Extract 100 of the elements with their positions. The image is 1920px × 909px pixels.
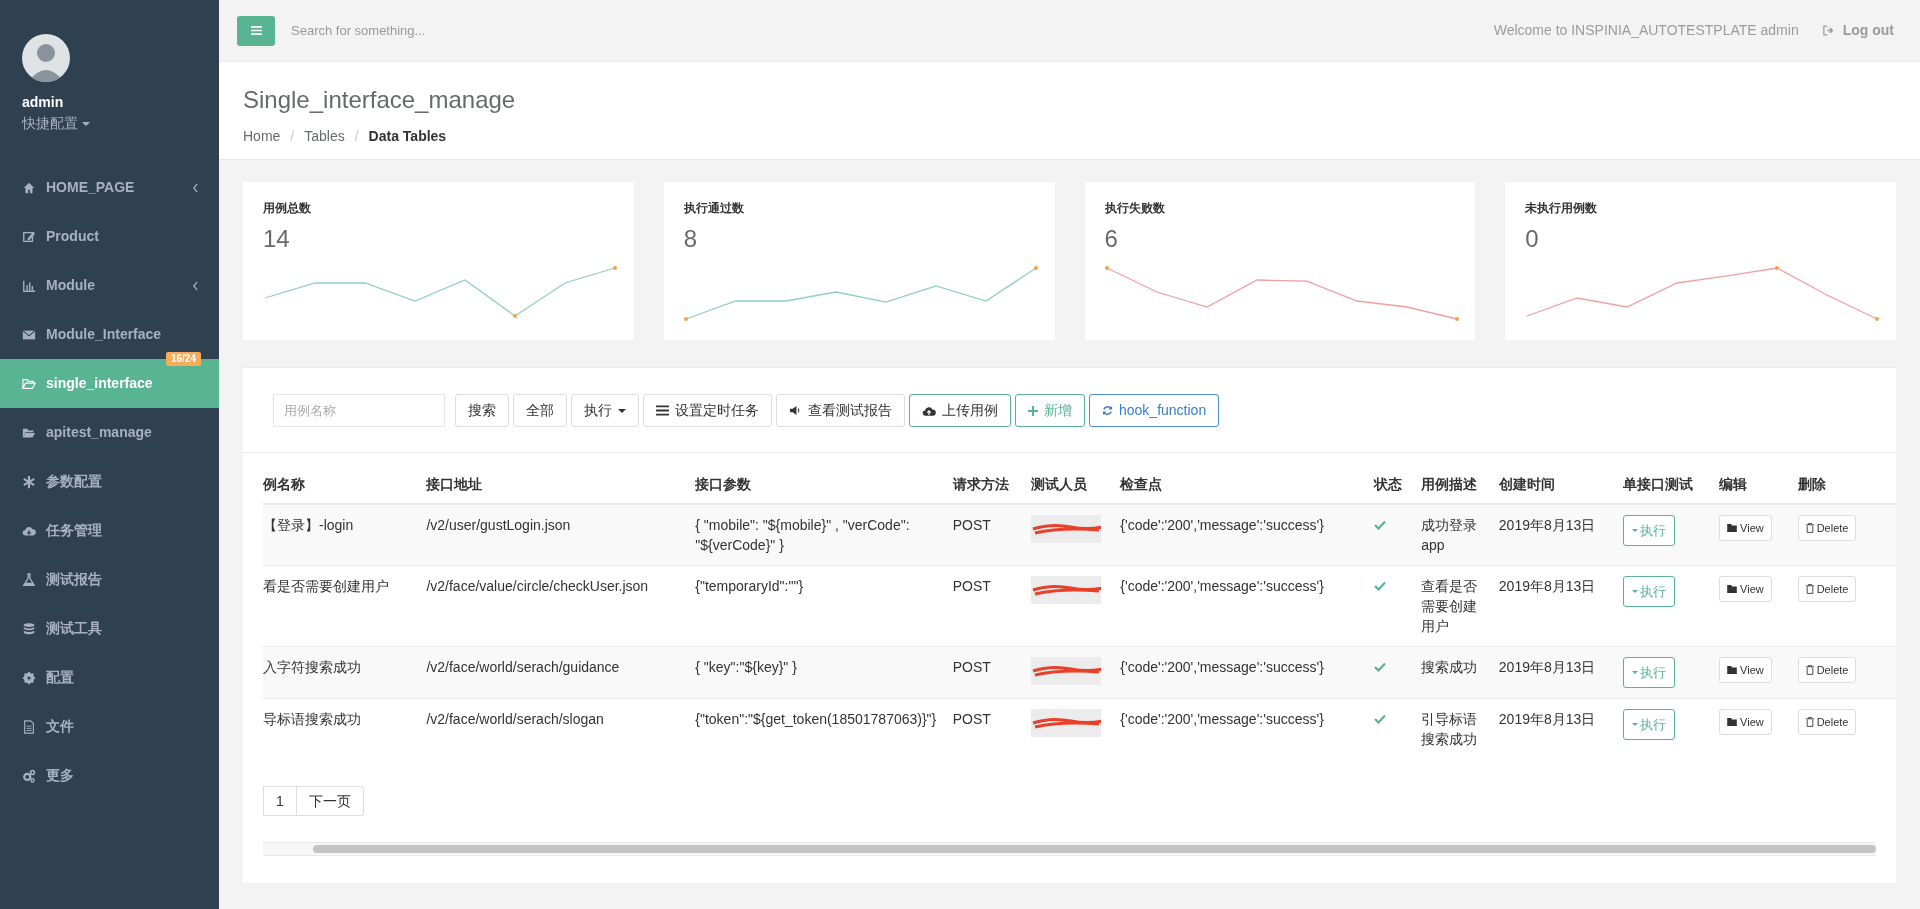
envelope-icon [22, 327, 36, 342]
settings-icon [22, 670, 36, 685]
column-header: 测试人员 [1031, 476, 1088, 492]
toolbar-button[interactable]: 查看测试报告 [776, 394, 905, 427]
delete-button[interactable]: Delete [1797, 657, 1857, 683]
table-cell: 搜索成功 [1421, 659, 1478, 675]
stat-label: 未执行用例数 [1525, 200, 1599, 217]
view-button[interactable]: View [1719, 576, 1772, 602]
folder-icon [1727, 718, 1738, 726]
breadcrumb-current: Data Tables [368, 127, 447, 146]
sidebar-item[interactable]: 文件 [0, 702, 219, 751]
count-badge: 16/24 [165, 352, 201, 366]
table-cell: 2019年8月13日 [1498, 578, 1596, 594]
bar-chart-icon [22, 278, 36, 293]
toolbar-button[interactable]: 设置定时任务 [643, 394, 772, 427]
stat-value: 6 [1104, 224, 1118, 254]
delete-button[interactable]: Delete [1797, 709, 1857, 735]
table-cell: {"temporaryId":""} [695, 578, 804, 594]
stat-value: 14 [263, 224, 290, 254]
sidebar-item[interactable]: 测试报告 [0, 555, 219, 604]
dropdown-button[interactable]: 执行 [571, 394, 639, 427]
breadcrumb-separator: / [354, 127, 359, 146]
sidebar-item[interactable]: 更多 [0, 751, 219, 800]
caret-icon [618, 408, 626, 413]
run-button[interactable]: 执行 [1622, 576, 1675, 607]
toolbar-button[interactable]: hook_function [1089, 394, 1220, 427]
run-button[interactable]: 执行 [1622, 709, 1675, 740]
table-cell: 2019年8月13日 [1498, 711, 1596, 727]
table-cell: /v2/face/world/serach/slogan [426, 711, 604, 727]
delete-button[interactable]: Delete [1797, 576, 1857, 602]
database-icon [22, 621, 36, 636]
table-cell: POST [952, 517, 991, 533]
table-cell: {'code':'200','message':'success'} [1120, 711, 1324, 727]
gears-icon [22, 768, 36, 783]
caret-icon [1631, 529, 1638, 532]
folder-icon [1727, 666, 1738, 674]
redacted-mark [1031, 576, 1102, 604]
delete-button[interactable]: Delete [1797, 515, 1857, 541]
caret-icon [1631, 671, 1638, 674]
sidebar-item[interactable]: Module [0, 261, 219, 310]
column-header: 创建时间 [1498, 476, 1555, 492]
stat-label: 用例总数 [263, 200, 312, 217]
search-field[interactable]: 用例名称 [273, 394, 445, 427]
trash-icon [1805, 584, 1814, 594]
home-icon [22, 180, 36, 195]
sidebar-item[interactable]: 配置 [0, 653, 219, 702]
plus-icon [1028, 405, 1038, 416]
list-icon [656, 405, 669, 416]
table-cell: /v2/face/world/serach/guidance [426, 659, 620, 675]
sidebar-item[interactable]: 参数配置 [0, 457, 219, 506]
table-cell: 2019年8月13日 [1498, 659, 1596, 675]
column-header: 例名称 [263, 476, 305, 492]
toolbar-button[interactable]: 新增 [1015, 394, 1085, 427]
search-field[interactable]: Search for something... [291, 20, 1478, 41]
table-cell: /v2/face/value/circle/checkUser.json [426, 578, 649, 594]
next-page-button[interactable]: 下一页 [296, 786, 364, 816]
breadcrumb-link[interactable]: Home [243, 126, 281, 147]
menu-button[interactable] [237, 15, 275, 46]
sidebar-item[interactable]: HOME_PAGE [0, 163, 219, 212]
column-header: 状态 [1373, 476, 1402, 492]
column-header: 请求方法 [952, 476, 1009, 492]
redacted-mark [1031, 657, 1102, 685]
breadcrumb-separator: / [290, 127, 295, 146]
speaker-icon [789, 405, 802, 416]
run-button[interactable]: 执行 [1622, 657, 1675, 688]
view-button[interactable]: View [1719, 515, 1772, 541]
sidebar-item[interactable]: 测试工具 [0, 604, 219, 653]
cloud-upload-icon [922, 405, 936, 416]
horizontal-scrollbar[interactable] [263, 842, 1876, 856]
table-cell: 2019年8月13日 [1498, 517, 1596, 533]
sidebar-item[interactable]: Module_Interface [0, 310, 219, 352]
sidebar-item[interactable]: 任务管理 [0, 506, 219, 555]
breadcrumb-link[interactable]: Tables [304, 126, 345, 147]
table-cell: POST [952, 659, 991, 675]
toolbar-button[interactable]: 全部 [513, 394, 567, 427]
asterisk-icon [22, 474, 36, 489]
user-menu[interactable]: 快捷配置 [22, 113, 90, 134]
table-cell: {'code':'200','message':'success'} [1120, 659, 1324, 675]
stat-value: 0 [1525, 224, 1539, 254]
page-button[interactable]: 1 [263, 786, 297, 816]
view-button[interactable]: View [1719, 657, 1772, 683]
toolbar-button[interactable]: 搜索 [455, 394, 509, 427]
table-cell: { "mobile": "${mobile}" , "verCode": "${verCode}" } [695, 517, 910, 553]
table-cell: 导标语搜索成功 [263, 711, 361, 727]
stat-value: 8 [683, 224, 698, 254]
sidebar-item[interactable]: Product [0, 212, 219, 261]
column-header: 用例描述 [1421, 476, 1478, 492]
table-cell: {'code':'200','message':'success'} [1120, 517, 1324, 533]
view-button[interactable]: View [1719, 709, 1772, 735]
column-header: 检查点 [1120, 476, 1163, 492]
flask-icon [22, 572, 36, 587]
folder-icon [1727, 585, 1738, 593]
folder-icon [1727, 524, 1738, 532]
toolbar-button[interactable]: 上传用例 [909, 394, 1011, 427]
avatar [22, 34, 70, 82]
trash-icon [1805, 665, 1814, 675]
run-button[interactable]: 执行 [1622, 515, 1675, 546]
table-cell: /v2/user/gustLogin.json [426, 517, 571, 533]
sidebar-item[interactable]: apitest_manage [0, 408, 219, 457]
table-cell: POST [952, 711, 991, 727]
